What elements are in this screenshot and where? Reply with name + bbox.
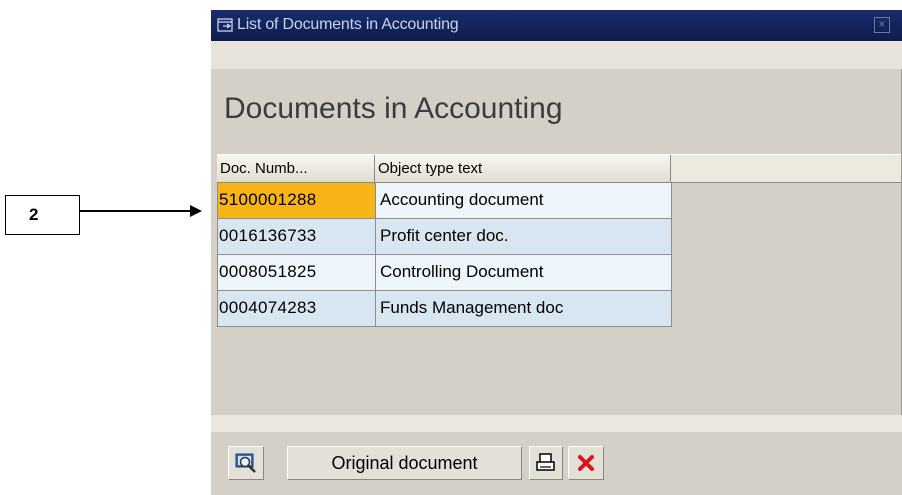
object-type-cell[interactable]: Profit center doc. — [376, 219, 672, 254]
doc-number-cell[interactable]: 5100001288 — [218, 183, 376, 218]
original-document-button[interactable]: Original document — [287, 446, 522, 480]
callout-arrow-line — [80, 210, 192, 212]
window-title: List of Documents in Accounting — [237, 16, 459, 33]
object-type-cell[interactable]: Controlling Document — [376, 255, 672, 290]
cancel-button[interactable] — [568, 446, 604, 480]
column-header-doc-number[interactable]: Doc. Numb... — [217, 155, 375, 182]
toolbar-strip — [211, 41, 902, 69]
print-button[interactable] — [529, 446, 563, 480]
table-row[interactable]: 5100001288 Accounting document — [217, 183, 672, 219]
cancel-icon — [578, 455, 594, 471]
close-icon[interactable]: × — [874, 17, 890, 33]
display-details-button[interactable] — [228, 446, 264, 480]
callout-arrow-head-icon — [190, 205, 202, 217]
button-bar: Original document — [211, 432, 902, 495]
table-row[interactable]: 0016136733 Profit center doc. — [217, 219, 672, 255]
table-header-row: Doc. Numb... Object type text — [217, 154, 902, 183]
title-bar[interactable]: List of Documents in Accounting × — [211, 10, 902, 41]
table-row[interactable]: 0008051825 Controlling Document — [217, 255, 672, 291]
object-type-cell[interactable]: Accounting document — [376, 183, 672, 218]
content-area: Documents in Accounting Doc. Numb... Obj… — [211, 69, 902, 415]
display-details-icon — [235, 453, 256, 473]
object-type-cell[interactable]: Funds Management doc — [376, 291, 672, 326]
documents-table: Doc. Numb... Object type text 5100001288… — [217, 154, 902, 327]
doc-number-cell[interactable]: 0008051825 — [218, 255, 376, 290]
column-header-object-type[interactable]: Object type text — [375, 155, 671, 182]
print-icon — [536, 453, 555, 471]
document-list-dialog: List of Documents in Accounting × Docume… — [211, 10, 902, 495]
table-row[interactable]: 0004074283 Funds Management doc — [217, 291, 672, 327]
doc-number-cell[interactable]: 0016136733 — [218, 219, 376, 254]
callout-label: 2 — [29, 205, 39, 224]
window-icon — [217, 18, 233, 32]
doc-number-cell[interactable]: 0004074283 — [218, 291, 376, 326]
page-title: Documents in Accounting — [224, 92, 563, 125]
callout-box: 2 — [5, 195, 80, 235]
footer-separator — [211, 415, 902, 432]
